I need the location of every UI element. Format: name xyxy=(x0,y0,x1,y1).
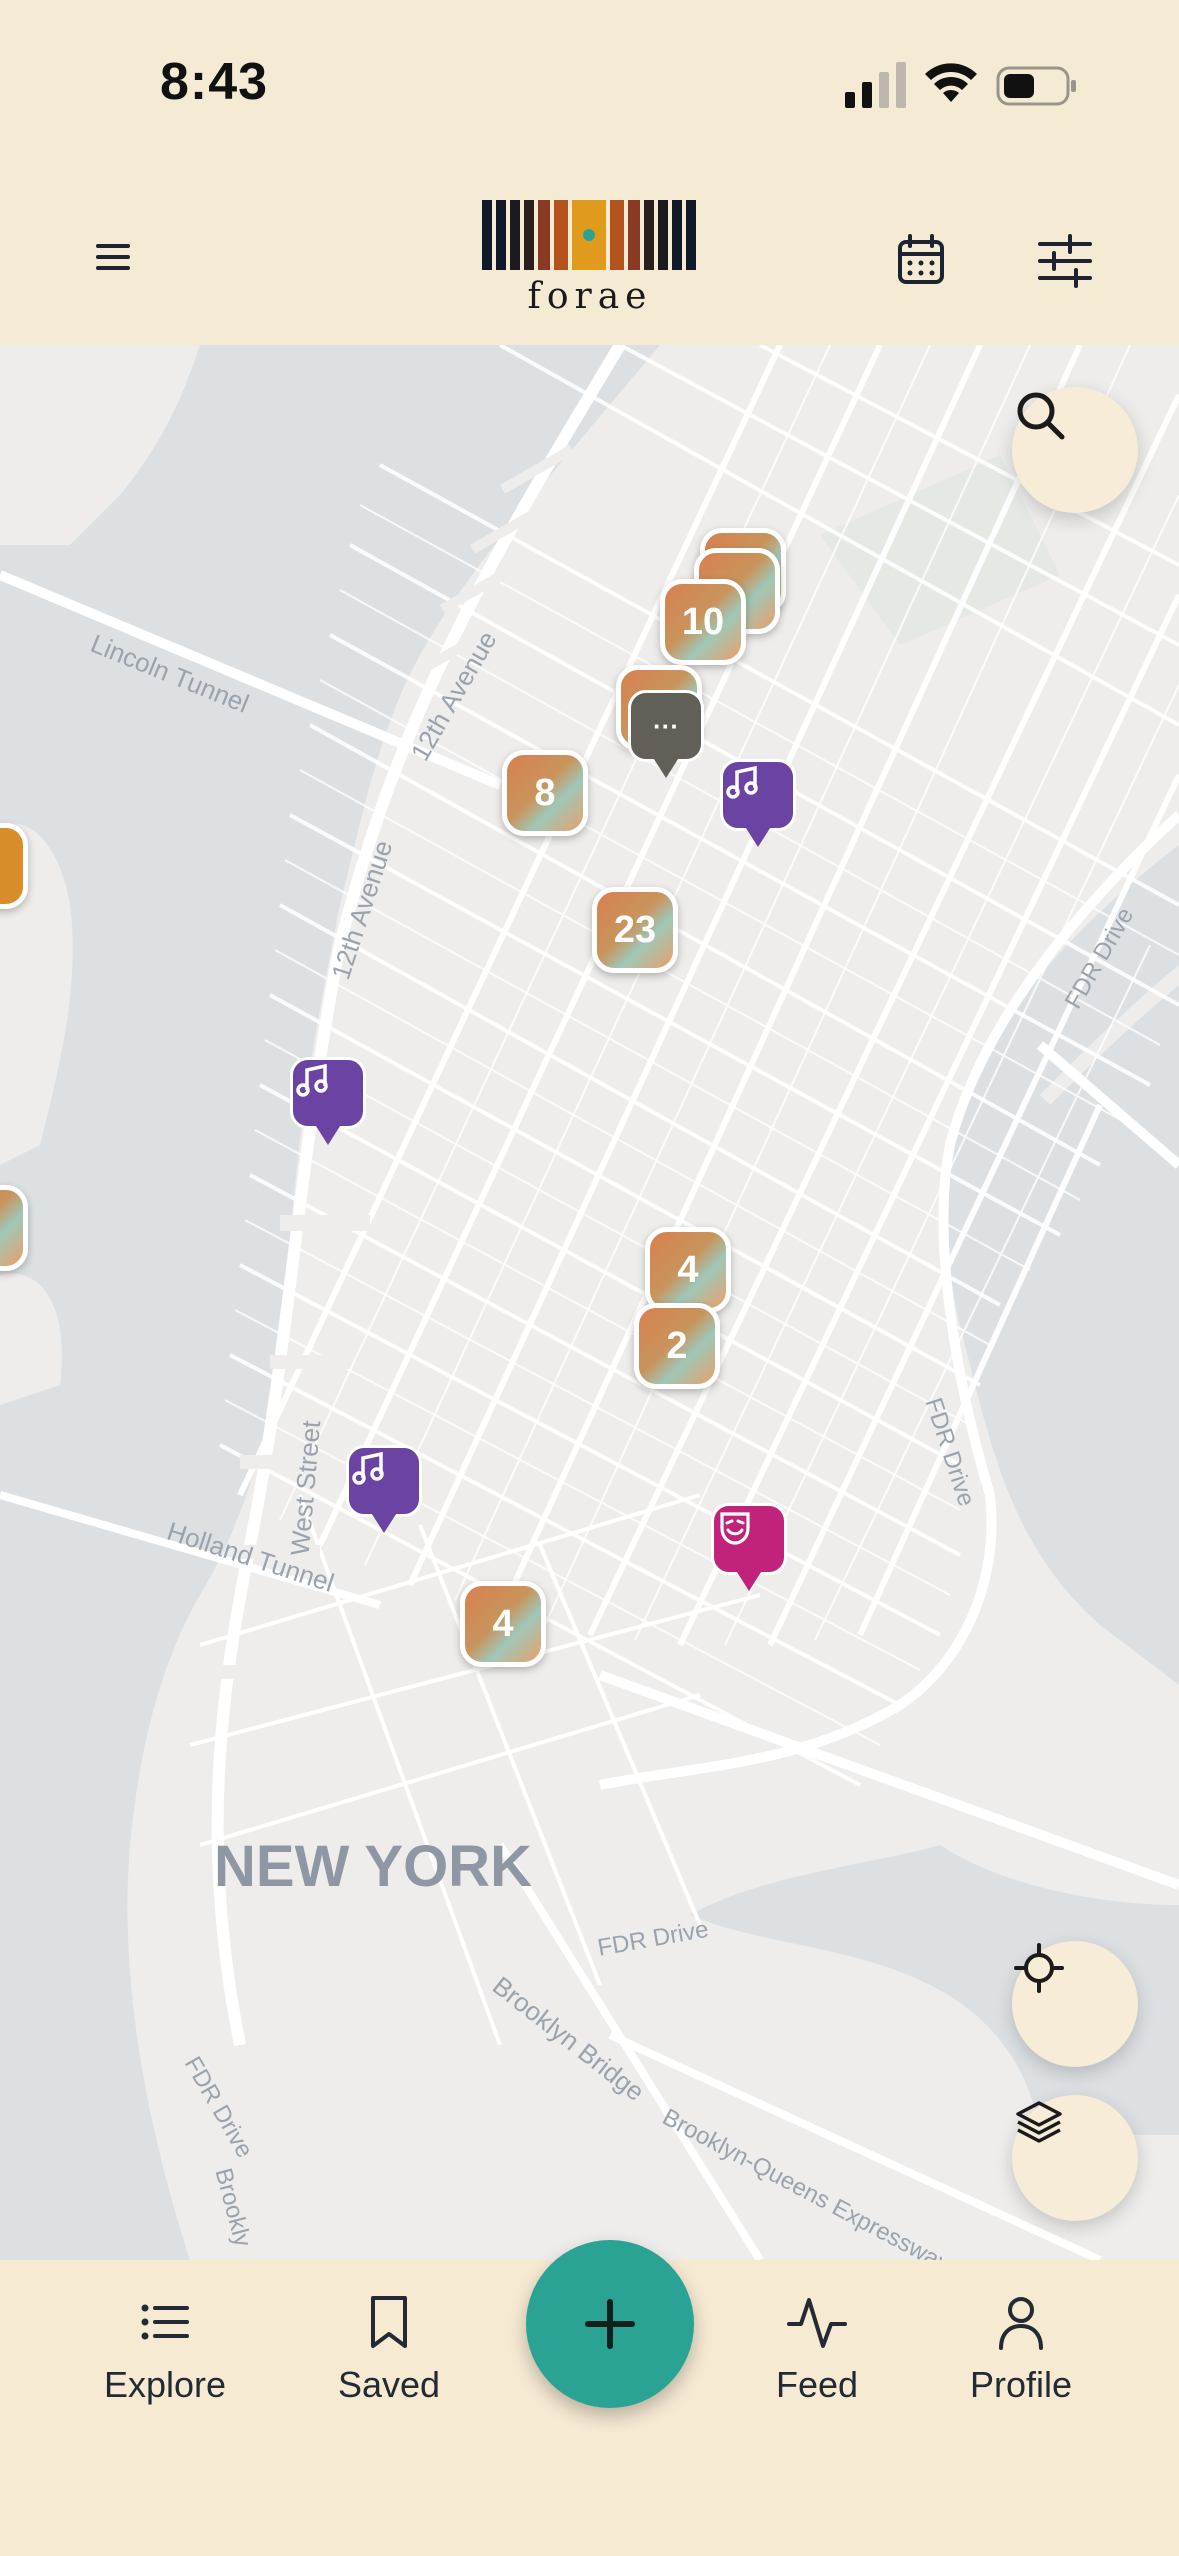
event-cluster-offscreen[interactable] xyxy=(0,823,28,909)
music-event-pin[interactable] xyxy=(290,1057,366,1153)
cluster-count: 4 xyxy=(677,1248,699,1291)
cluster-count: 4 xyxy=(492,1602,514,1645)
music-note-icon xyxy=(352,1451,384,1485)
cluster-count: 10 xyxy=(681,600,725,643)
nav-saved[interactable]: Saved xyxy=(304,2290,474,2440)
cluster-count: 23 xyxy=(613,908,657,951)
map-base xyxy=(0,345,1179,2260)
music-pin-bubble xyxy=(290,1057,366,1129)
music-note-icon xyxy=(296,1063,328,1097)
music-event-pin[interactable] xyxy=(720,759,796,855)
nav-profile[interactable]: Profile xyxy=(936,2290,1106,2440)
more-icon: ··· xyxy=(653,710,679,741)
calendar-icon[interactable] xyxy=(888,228,954,294)
music-event-pin[interactable] xyxy=(346,1445,422,1541)
nav-explore[interactable]: Explore xyxy=(80,2290,250,2440)
nav-profile-label: Profile xyxy=(969,2364,1073,2405)
add-event-button[interactable] xyxy=(526,2240,694,2408)
event-cluster-offscreen[interactable] xyxy=(0,1185,28,1271)
status-time: 8:43 xyxy=(160,53,269,111)
locate-me-button[interactable] xyxy=(1012,1941,1138,2067)
nav-feed[interactable]: Feed xyxy=(732,2290,902,2440)
music-pin-bubble xyxy=(346,1445,422,1517)
crosshair-icon xyxy=(1014,1943,1064,1993)
more-events-bubble: ··· xyxy=(628,690,704,762)
theater-pin-bubble xyxy=(711,1503,787,1575)
battery-icon xyxy=(996,66,1076,106)
event-cluster[interactable]: 8 xyxy=(502,750,588,836)
theater-event-pin[interactable] xyxy=(711,1503,787,1599)
event-cluster[interactable]: 2 xyxy=(634,1303,720,1389)
app-logo: forae xyxy=(480,200,700,320)
user-icon xyxy=(999,2297,1043,2350)
filter-sliders-icon[interactable] xyxy=(1030,228,1100,294)
theater-mask-icon xyxy=(720,1512,750,1545)
plus-icon xyxy=(585,2299,635,2349)
music-note-icon xyxy=(726,765,758,799)
logo-mark xyxy=(482,200,696,270)
nav-saved-label: Saved xyxy=(337,2364,441,2405)
list-icon xyxy=(141,2304,189,2340)
layers-icon xyxy=(1016,2101,1062,2143)
cluster-count: 8 xyxy=(534,771,556,814)
logo-wordmark: forae xyxy=(527,276,653,317)
music-pin-bubble xyxy=(720,759,796,831)
map-label-new-york: NEW YORK xyxy=(214,1834,532,1899)
nav-feed-label: Feed xyxy=(775,2364,859,2405)
cluster-count: 2 xyxy=(666,1324,688,1367)
more-events-marker[interactable]: ··· xyxy=(628,690,704,786)
activity-icon xyxy=(787,2298,847,2348)
event-cluster[interactable]: 4 xyxy=(645,1227,731,1313)
nav-explore-label: Explore xyxy=(103,2364,227,2405)
bookmark-icon xyxy=(371,2296,407,2348)
search-icon xyxy=(1017,392,1065,440)
wifi-icon xyxy=(925,63,977,102)
event-cluster[interactable]: 23 xyxy=(592,887,678,973)
map-layers-button[interactable] xyxy=(1012,2095,1138,2221)
signal-icon xyxy=(845,62,906,108)
status-bar: 8:43 xyxy=(0,0,1179,150)
map-view[interactable]: Lincoln Tunnel 12th Avenue 12th Avenue W… xyxy=(0,345,1179,2260)
event-cluster[interactable]: 4 xyxy=(460,1581,546,1667)
hamburger-menu-icon[interactable] xyxy=(78,222,148,292)
event-cluster[interactable]: 10 xyxy=(660,579,746,665)
map-search-button[interactable] xyxy=(1012,387,1138,513)
